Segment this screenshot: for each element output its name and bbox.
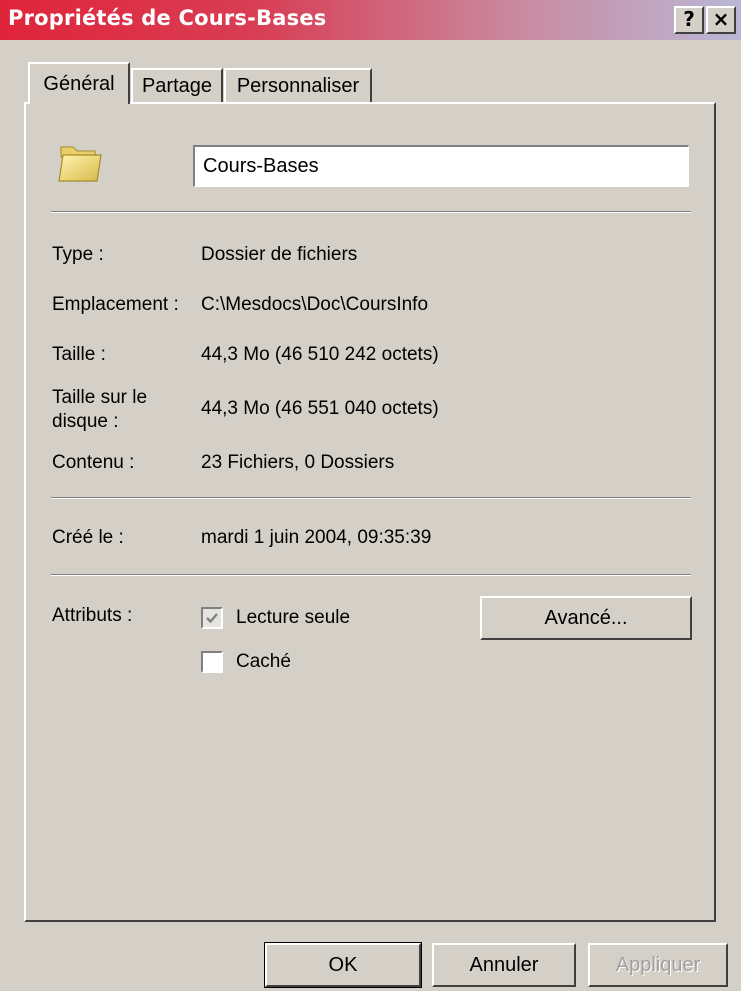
size-value: 44,3 Mo (46 510 242 octets)	[201, 344, 439, 365]
disk-size-label-line1: Taille sur le	[52, 387, 148, 408]
location-label: Emplacement :	[52, 294, 179, 315]
help-button[interactable]: ?	[674, 6, 704, 34]
tab-general[interactable]: Général	[28, 62, 130, 104]
type-value: Dossier de fichiers	[201, 244, 358, 265]
apply-button[interactable]: Appliquer	[588, 943, 728, 987]
checkmark-icon	[206, 613, 218, 624]
content-value: 23 Fichiers, 0 Dossiers	[201, 452, 395, 473]
cancel-button[interactable]: Annuler	[432, 943, 576, 987]
window-title: Propriétés de Cours-Bases	[8, 6, 327, 30]
content-label: Contenu :	[52, 452, 135, 473]
hidden-label[interactable]: Caché	[236, 651, 291, 673]
help-icon: ?	[683, 7, 695, 31]
hidden-checkbox[interactable]	[201, 651, 223, 673]
folder-icon	[55, 135, 105, 190]
size-label: Taille :	[52, 344, 106, 365]
close-button[interactable]: ×	[706, 6, 736, 34]
tab-personnaliser[interactable]: Personnaliser	[224, 68, 372, 102]
readonly-checkbox[interactable]	[201, 607, 223, 629]
disk-size-label-line2: disque :	[52, 411, 119, 432]
created-value: mardi 1 juin 2004, 09:35:39	[201, 527, 432, 548]
type-label: Type :	[52, 244, 104, 265]
separator	[51, 574, 691, 576]
tab-partage[interactable]: Partage	[131, 68, 223, 102]
close-icon: ×	[712, 7, 730, 31]
advanced-button[interactable]: Avancé...	[480, 596, 692, 640]
readonly-label[interactable]: Lecture seule	[236, 607, 350, 629]
folder-name-input[interactable]	[193, 145, 689, 187]
disk-size-value: 44,3 Mo (46 551 040 octets)	[201, 398, 439, 419]
separator	[51, 497, 691, 499]
ok-button[interactable]: OK	[264, 942, 422, 988]
location-value: C:\Mesdocs\Doc\CoursInfo	[201, 294, 429, 315]
attributes-label: Attributs :	[52, 605, 133, 626]
separator	[51, 211, 691, 213]
general-tab-panel	[24, 102, 716, 922]
title-bar[interactable]: Propriétés de Cours-Bases ? ×	[0, 0, 741, 40]
created-label: Créé le :	[52, 527, 124, 548]
